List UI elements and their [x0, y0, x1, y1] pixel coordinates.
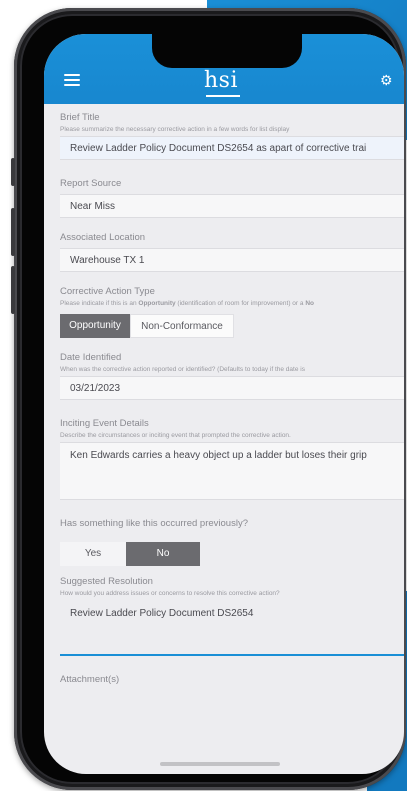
hamburger-menu-icon[interactable] [64, 74, 80, 86]
date-identified-label: Date Identified [60, 352, 122, 363]
mute-switch [11, 158, 15, 186]
inciting-event-help: Describe the circumstances or inciting e… [60, 432, 291, 439]
occurred-previously-label: Has something like this occurred previou… [60, 518, 248, 529]
inciting-event-textarea[interactable]: Ken Edwards carries a heavy object up a … [60, 442, 404, 500]
gear-icon[interactable]: ⚙ [380, 72, 393, 89]
date-identified-input[interactable]: 03/21/2023 [60, 376, 404, 400]
phone-notch [152, 34, 302, 68]
home-indicator [160, 762, 280, 766]
brief-title-input[interactable]: Review Ladder Policy Document DS2654 as … [60, 136, 404, 160]
volume-down-button [11, 266, 15, 314]
associated-location-select[interactable]: Warehouse TX 1 [60, 248, 404, 272]
section-divider [60, 654, 404, 656]
yes-option[interactable]: Yes [60, 542, 126, 566]
attachments-label: Attachment(s) [60, 674, 120, 685]
logo-underline [206, 95, 240, 97]
inciting-event-label: Inciting Event Details [60, 418, 149, 429]
no-option[interactable]: No [126, 542, 200, 566]
associated-location-label: Associated Location [60, 232, 146, 243]
report-source-select[interactable]: Near Miss [60, 194, 404, 218]
corrective-action-type-help: Please indicate if this is an Opportunit… [60, 300, 314, 307]
brief-title-help: Please summarize the necessary correctiv… [60, 126, 290, 133]
hsi-logo: hsi [204, 68, 238, 93]
opportunity-option[interactable]: Opportunity [60, 314, 130, 338]
date-identified-help: When was the corrective action reported … [60, 366, 305, 373]
suggested-resolution-input[interactable]: Review Ladder Policy Document DS2654 [60, 602, 404, 626]
non-conformance-option[interactable]: Non-Conformance [130, 314, 234, 338]
suggested-resolution-help: How would you address issues or concerns… [60, 590, 280, 597]
brief-title-label: Brief Title [60, 112, 100, 123]
corrective-action-type-label: Corrective Action Type [60, 286, 155, 297]
suggested-resolution-label: Suggested Resolution [60, 576, 153, 587]
volume-up-button [11, 208, 15, 256]
form-content: Brief Title Please summarize the necessa… [44, 104, 404, 774]
report-source-label: Report Source [60, 178, 122, 189]
phone-screen: hsi ⚙ Brief Title Please summarize the n… [44, 34, 404, 774]
